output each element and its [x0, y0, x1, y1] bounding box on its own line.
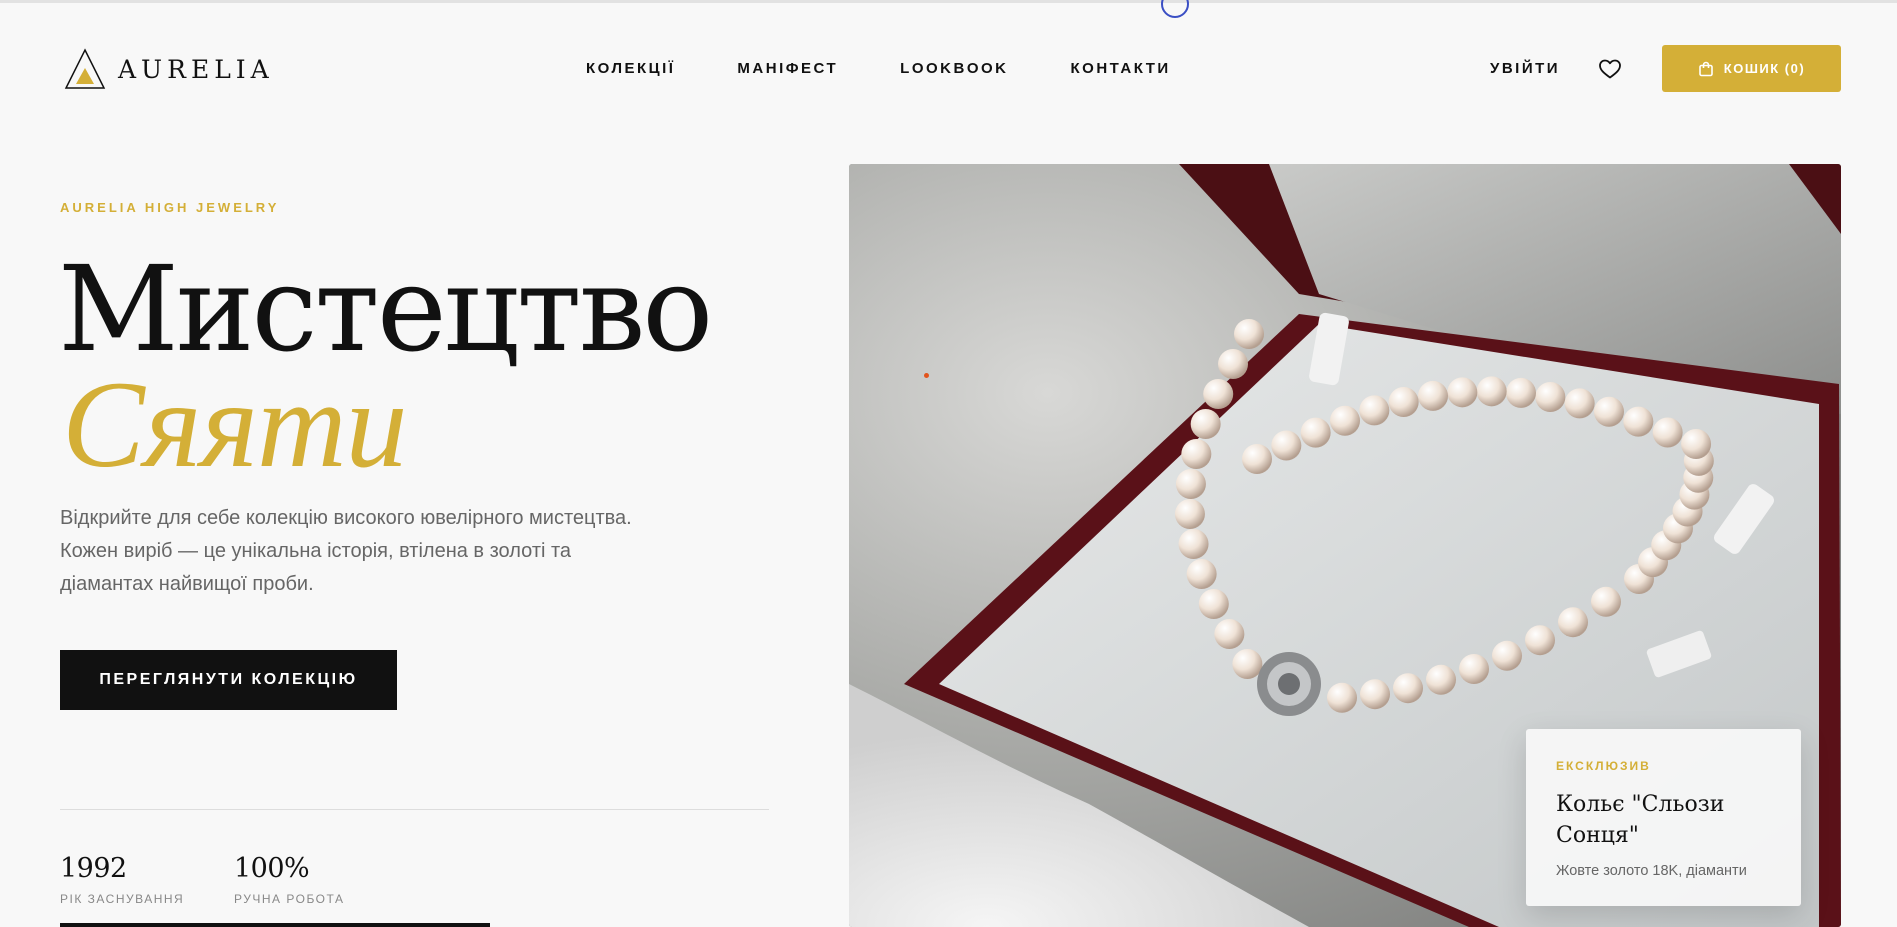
pearl — [1476, 376, 1507, 407]
pearl — [1426, 664, 1456, 695]
product-tag: ЕКСКЛЮЗИВ — [1556, 759, 1651, 773]
pearl — [1360, 679, 1390, 710]
pearl — [1175, 469, 1206, 499]
nav-item-collections[interactable]: КОЛЕКЦІЇ — [586, 60, 675, 77]
pearl — [1271, 430, 1302, 461]
stat-label: РІК ЗАСНУВАННЯ — [60, 892, 185, 906]
hero-description: Відкрийте для себе колекцію високого юве… — [60, 507, 632, 595]
pearl — [1418, 380, 1448, 411]
pearl — [1459, 654, 1489, 684]
stat-value: 1992 — [60, 853, 127, 884]
pearl — [1174, 499, 1205, 529]
hero-title-line2: Сяяти — [62, 356, 408, 493]
hero-title-line1: Мистецтво — [58, 240, 713, 378]
stat-founded: 1992 РІК ЗАСНУВАННЯ — [60, 853, 184, 906]
pearl — [1232, 649, 1263, 679]
pearl — [1330, 405, 1360, 436]
nav-item-lookbook[interactable]: LOOKBOOK — [900, 60, 1008, 77]
brand-name: AURELIA — [118, 54, 274, 84]
divider — [60, 809, 769, 810]
pearl — [1242, 444, 1272, 474]
pearl — [1234, 319, 1264, 349]
nav-item-contacts[interactable]: КОНТАКТИ — [1071, 60, 1171, 77]
product-title: Кольє "Сльози Сонця" — [1556, 792, 1725, 848]
pearl — [1203, 379, 1234, 409]
pearl — [1178, 529, 1209, 559]
main-nav: КОЛЕКЦІЇ МАНІФЕСТ LOOKBOOK КОНТАКТИ — [586, 60, 1171, 77]
triangle-logo-icon — [64, 48, 106, 89]
pearl — [1681, 429, 1712, 459]
pearl — [1327, 682, 1357, 713]
heart-icon[interactable] — [1598, 57, 1622, 81]
pearl — [1525, 625, 1555, 656]
pearl — [1594, 396, 1624, 427]
pearl — [1492, 640, 1522, 671]
cursor-indicator — [1161, 0, 1189, 18]
stat-value: 100% — [234, 853, 310, 884]
pearl — [1652, 417, 1683, 448]
pearl — [1393, 673, 1423, 704]
login-link[interactable]: УВІЙТИ — [1490, 60, 1560, 77]
pearl — [1535, 382, 1566, 413]
view-collection-button[interactable]: ПЕРЕГЛЯНУТИ КОЛЕКЦІЮ — [60, 650, 397, 710]
stat-handmade: 100% РУЧНА РОБОТА — [234, 853, 344, 906]
pearl — [1388, 387, 1419, 418]
cart-button[interactable]: КОШИК (0) — [1662, 45, 1841, 92]
pearl — [1186, 559, 1217, 589]
pearl — [1623, 406, 1654, 437]
pearl — [1218, 349, 1249, 379]
cursor-dot — [924, 373, 929, 378]
top-border — [0, 0, 1897, 3]
pearl — [1181, 439, 1212, 469]
pearl — [1300, 417, 1331, 448]
hero-eyebrow: AURELIA HIGH JEWELRY — [60, 200, 280, 215]
shopping-bag-icon — [1698, 61, 1713, 76]
stat-label: РУЧНА РОБОТА — [234, 892, 345, 906]
pearl — [1359, 395, 1390, 426]
site-header: AURELIA КОЛЕКЦІЇ МАНІФЕСТ LOOKBOOK КОНТА… — [0, 40, 1897, 98]
product-card[interactable]: ЕКСКЛЮЗИВ Кольє "Сльози Сонця" Жовте зол… — [1526, 729, 1801, 906]
pearl — [1591, 586, 1621, 617]
pearl — [1190, 409, 1221, 439]
pearl — [1198, 589, 1229, 619]
logo[interactable]: AURELIA — [64, 48, 274, 90]
pearl — [1558, 607, 1588, 638]
pearl — [1447, 377, 1478, 408]
pearl — [1214, 619, 1245, 649]
product-subtitle: Жовте золото 18K, діаманти — [1556, 863, 1747, 879]
nav-item-manifest[interactable]: МАНІФЕСТ — [737, 60, 838, 77]
bottom-indicator — [60, 923, 490, 927]
pearl — [1506, 377, 1536, 408]
cart-label: КОШИК (0) — [1723, 61, 1806, 76]
pearl — [1564, 388, 1595, 419]
